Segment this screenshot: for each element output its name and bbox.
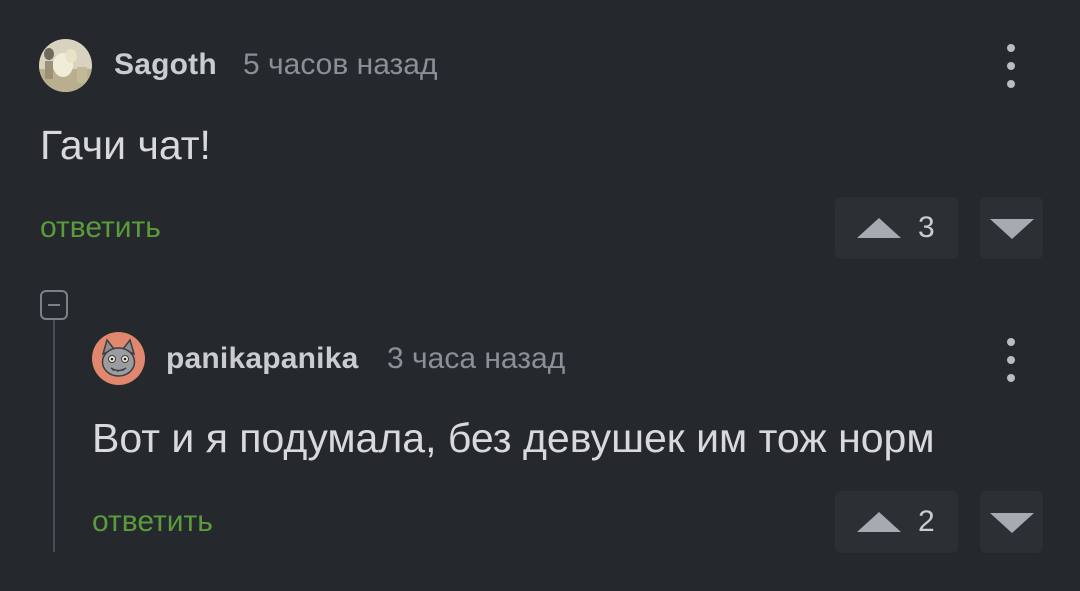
thread-line — [53, 320, 55, 552]
avatar-panikapanika[interactable] — [92, 332, 145, 385]
comment-author[interactable]: Sagoth — [114, 48, 217, 82]
triangle-down-icon — [990, 513, 1034, 533]
comment-timestamp: 5 часов назад — [243, 48, 438, 81]
upvote-button[interactable]: 3 — [835, 197, 958, 259]
rating-count: 3 — [918, 211, 935, 244]
upvote-button[interactable]: 2 — [835, 491, 958, 553]
triangle-up-icon — [857, 512, 901, 532]
comment-text: Гачи чат! — [40, 122, 211, 168]
reply-button[interactable]: ответить — [92, 505, 213, 539]
comment-author[interactable]: panikapanika — [166, 342, 358, 376]
triangle-up-icon — [857, 218, 901, 238]
cat-avatar-icon — [92, 332, 145, 385]
comment-text: Вот и я подумала, без девушек им тож нор… — [92, 415, 935, 461]
more-vertical-icon[interactable] — [996, 336, 1026, 386]
avatar-sagoth[interactable] — [39, 39, 92, 92]
photo-avatar-icon — [39, 39, 92, 92]
more-vertical-icon[interactable] — [996, 42, 1026, 92]
reply-button[interactable]: ответить — [40, 211, 161, 245]
comments-page: Sagoth 5 часов назад Гачи чат! ответить … — [0, 0, 1080, 591]
downvote-button[interactable] — [980, 197, 1043, 259]
minus-square-icon[interactable] — [40, 290, 68, 320]
rating-count: 2 — [918, 505, 935, 538]
triangle-down-icon — [990, 219, 1034, 239]
comment-timestamp: 3 часа назад — [387, 342, 566, 375]
downvote-button[interactable] — [980, 491, 1043, 553]
